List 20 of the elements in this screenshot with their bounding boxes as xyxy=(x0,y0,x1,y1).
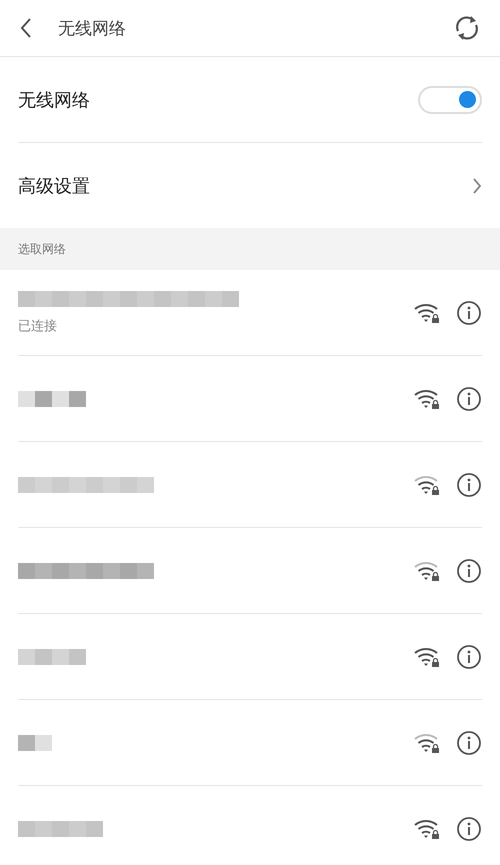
connection-status: 已连接 xyxy=(18,318,58,334)
page-title: 无线网络 xyxy=(58,18,127,40)
section-header: 选取网络 xyxy=(0,228,500,270)
blurred-name xyxy=(18,648,86,664)
info-icon[interactable] xyxy=(456,816,482,842)
info-icon[interactable] xyxy=(456,730,482,756)
chevron-right-icon[interactable] xyxy=(472,176,482,194)
info-icon[interactable] xyxy=(456,300,482,326)
refresh-icon[interactable] xyxy=(454,15,480,41)
info-icon[interactable] xyxy=(456,558,482,584)
network-row[interactable]: 已连接 xyxy=(18,270,482,356)
blurred-name xyxy=(18,390,86,406)
info-icon[interactable] xyxy=(456,644,482,670)
back-icon[interactable] xyxy=(20,17,32,39)
wifi-switch[interactable] xyxy=(418,86,482,114)
setting-label: 无线网络 xyxy=(18,88,90,112)
setting-label: 高级设置 xyxy=(18,174,90,198)
blurred-name xyxy=(18,734,52,750)
info-icon[interactable] xyxy=(456,386,482,412)
info-icon[interactable] xyxy=(456,472,482,498)
